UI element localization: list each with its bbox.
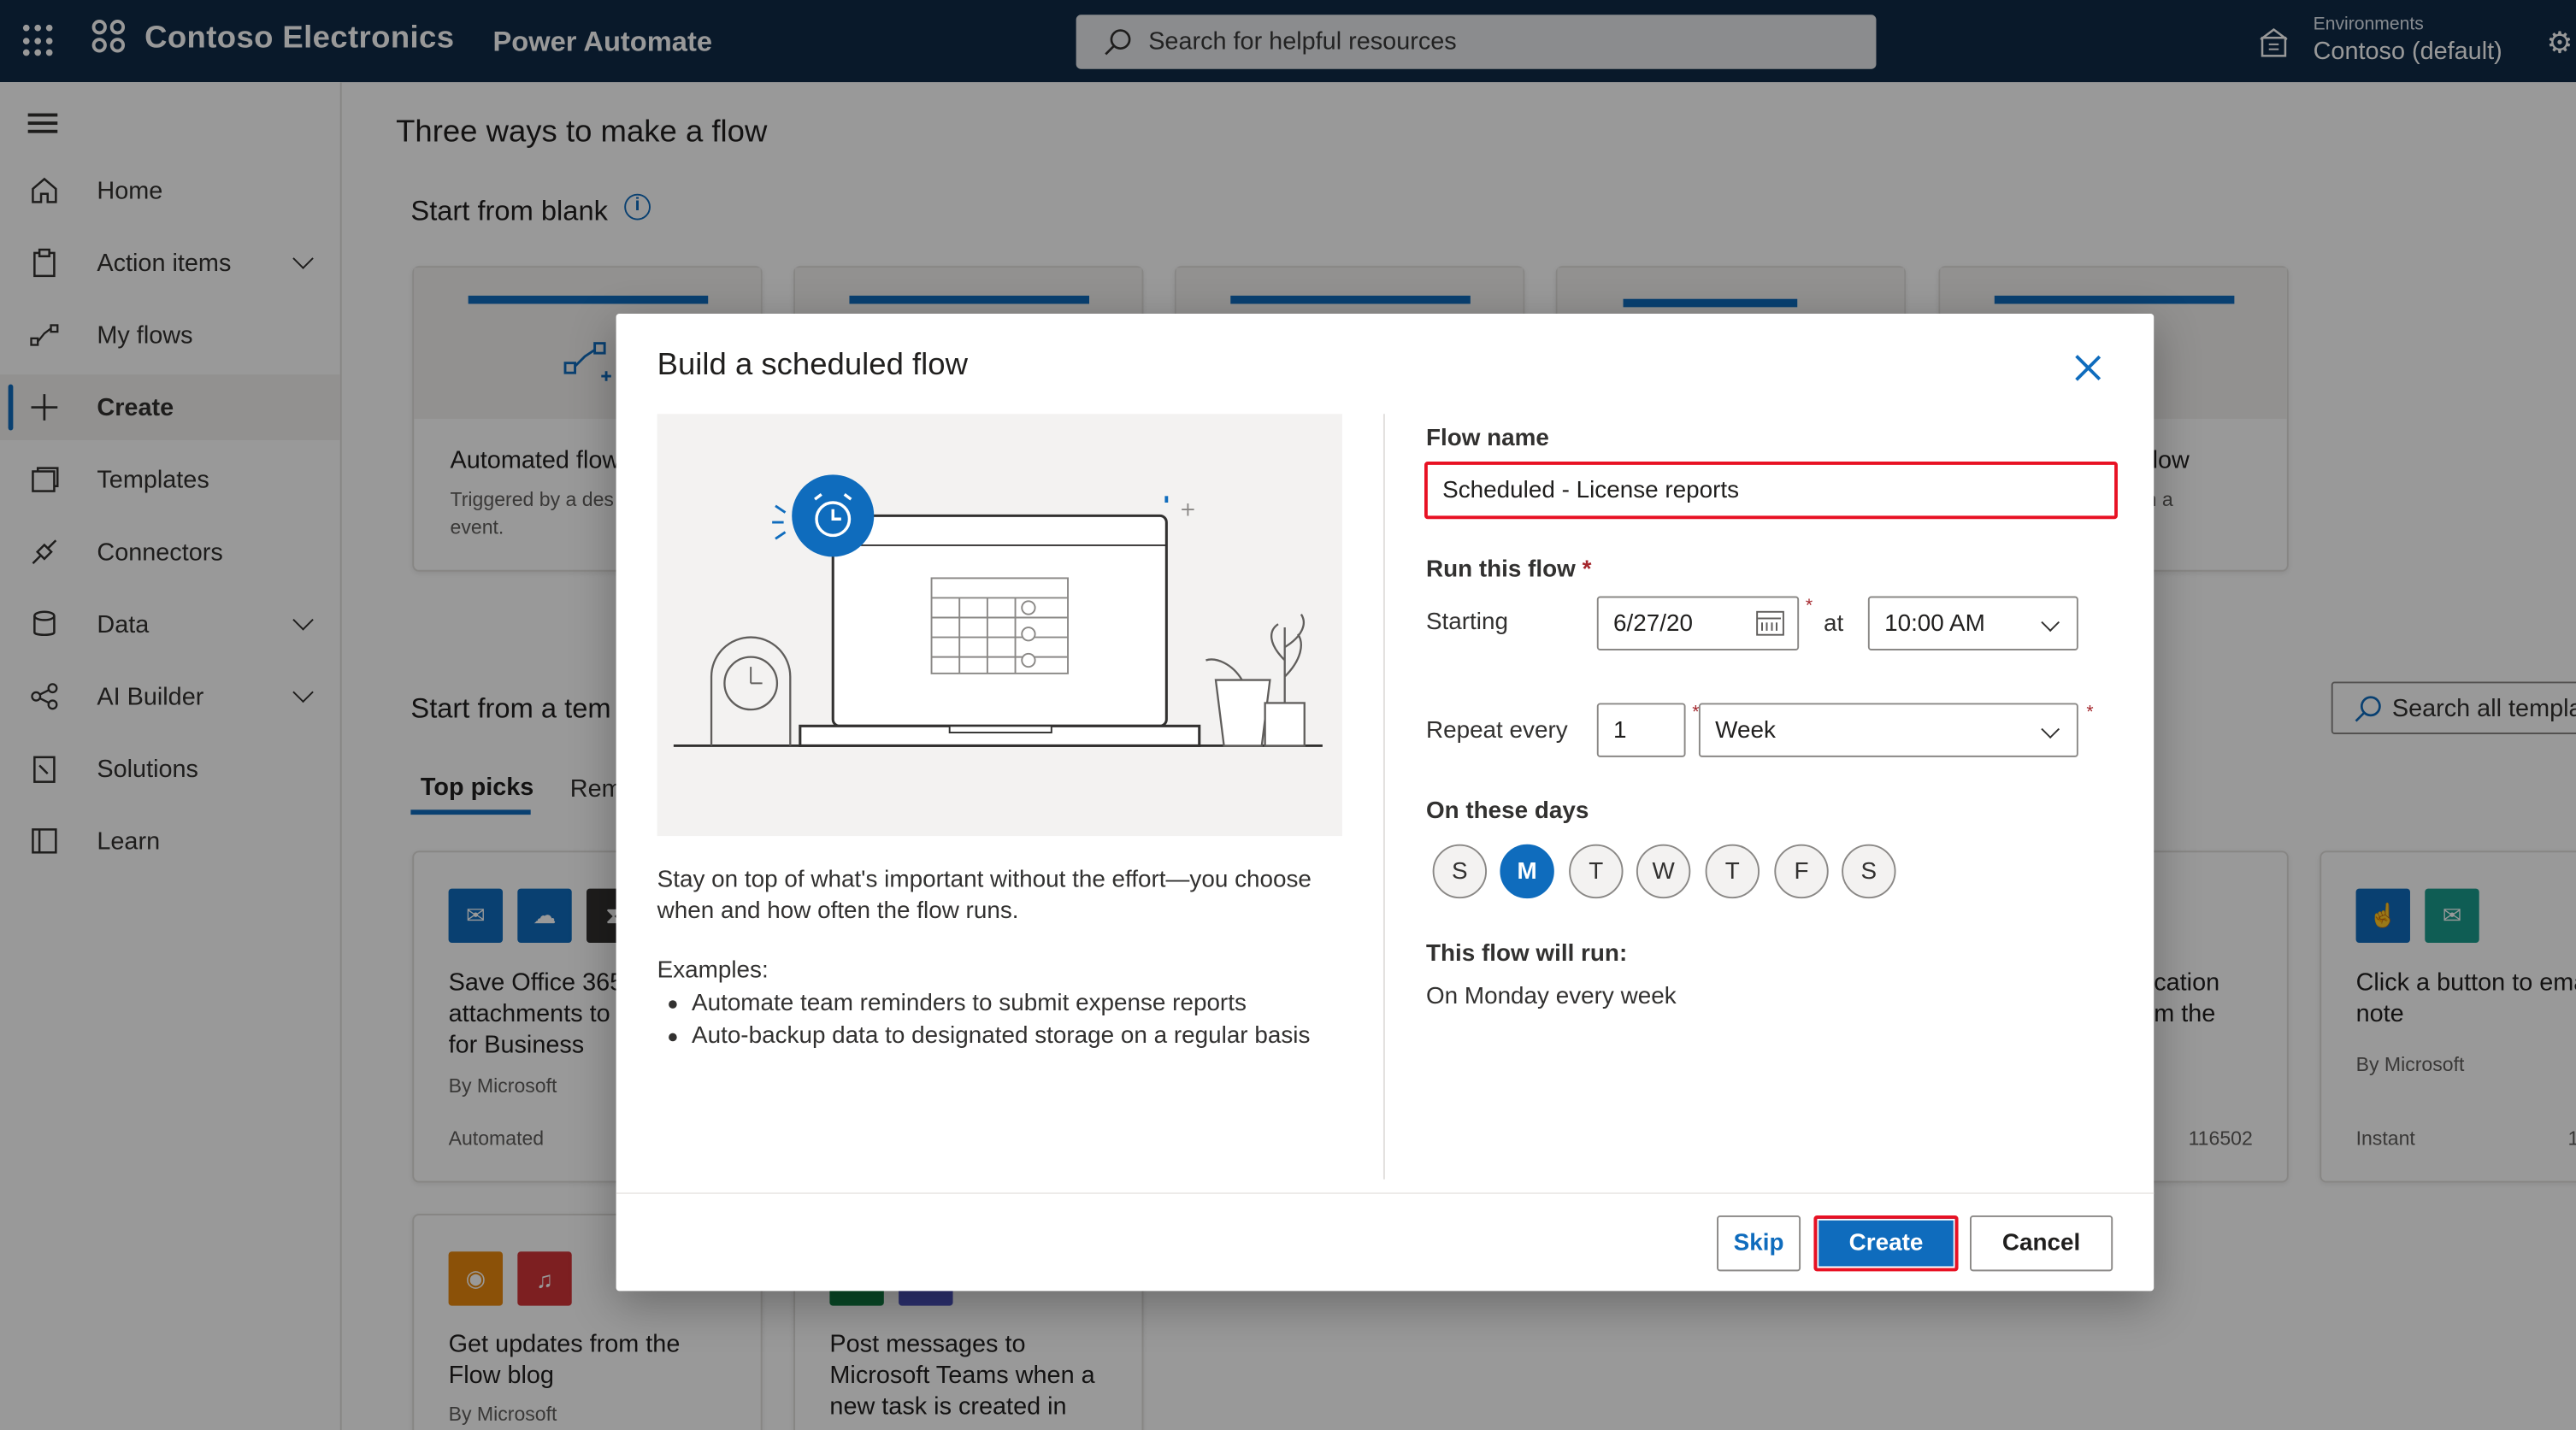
day-toggle-thursday[interactable]: T: [1705, 844, 1760, 899]
cancel-button[interactable]: Cancel: [1969, 1215, 2113, 1272]
repeat-every-label: Repeat every: [1425, 717, 1568, 744]
day-toggle-monday[interactable]: M: [1500, 844, 1554, 899]
examples-list: Automate team reminders to submit expens…: [665, 987, 1310, 1053]
scheduled-flow-illustration: +: [657, 414, 1342, 837]
repeat-frequency-value: Week: [1715, 716, 1776, 744]
create-button[interactable]: Create: [1813, 1215, 1959, 1272]
flow-name-input[interactable]: Scheduled - License reports: [1424, 461, 2118, 520]
examples-heading: Examples:: [657, 957, 769, 985]
required-mark: *: [1582, 556, 1592, 584]
close-icon[interactable]: [2073, 353, 2103, 383]
start-time-dropdown[interactable]: 10:00 AM: [1867, 596, 2078, 650]
start-date-picker[interactable]: 6/27/20: [1596, 596, 1800, 650]
flow-name-label: Flow name: [1425, 425, 1549, 452]
on-these-days-label: On these days: [1425, 797, 1589, 825]
footer-divider: [616, 1192, 2155, 1195]
will-run-summary: On Monday every week: [1425, 984, 1677, 1010]
repeat-interval-input[interactable]: 1: [1596, 703, 1686, 757]
day-toggle-tuesday[interactable]: T: [1569, 844, 1624, 899]
dialog-description: Stay on top of what's important without …: [657, 867, 1312, 925]
day-toggle-friday[interactable]: F: [1774, 844, 1829, 899]
day-toggle-saturday[interactable]: S: [1842, 844, 1896, 899]
run-this-flow-label: Run this flow *: [1425, 556, 1592, 584]
build-scheduled-flow-dialog: Build a scheduled flow + Stay on top of …: [616, 314, 2155, 1292]
at-label: at: [1823, 610, 1844, 638]
flow-name-value: Scheduled - License reports: [1442, 477, 1740, 503]
repeat-frequency-dropdown[interactable]: Week: [1698, 703, 2078, 757]
required-mark: *: [2086, 703, 2094, 723]
required-mark: *: [1805, 596, 1813, 616]
example-item: Auto-backup data to designated storage o…: [665, 1020, 1310, 1052]
repeat-interval-value: 1: [1613, 716, 1627, 744]
chevron-down-icon: [2041, 613, 2060, 633]
starting-label: Starting: [1425, 609, 1508, 636]
day-toggle-sunday[interactable]: S: [1432, 844, 1488, 899]
chevron-down-icon: [2041, 720, 2060, 739]
dialog-title: Build a scheduled flow: [657, 348, 968, 383]
start-time-value: 10:00 AM: [1884, 609, 1985, 637]
day-toggle-wednesday[interactable]: W: [1636, 844, 1691, 899]
start-date-value: 6/27/20: [1613, 609, 1693, 637]
calendar-icon[interactable]: [1756, 610, 1784, 636]
skip-button[interactable]: Skip: [1717, 1215, 1801, 1272]
will-run-label: This flow will run:: [1425, 941, 1628, 968]
svg-text:+: +: [1180, 498, 1196, 521]
dialog-divider: [1382, 414, 1385, 1180]
example-item: Automate team reminders to submit expens…: [665, 987, 1310, 1020]
